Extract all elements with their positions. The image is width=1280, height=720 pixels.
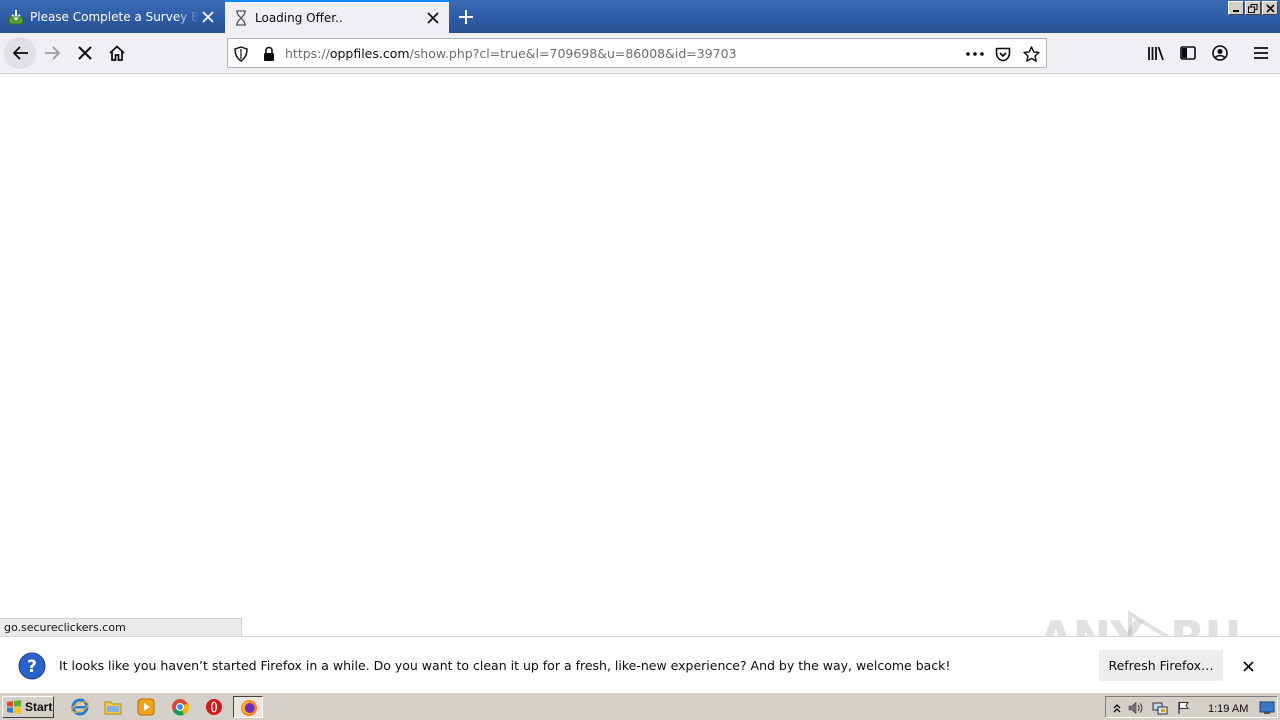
opera-icon[interactable] (205, 698, 223, 716)
tab-strip: Please Complete a Survey Below t Loading… (0, 0, 1280, 33)
close-window-button[interactable] (1262, 1, 1278, 15)
show-desktop-icon[interactable] (1259, 700, 1275, 716)
bookmark-star-icon[interactable] (1022, 45, 1040, 63)
close-icon[interactable] (425, 10, 441, 26)
download-box-icon (8, 9, 24, 25)
library-button[interactable] (1140, 37, 1172, 69)
back-arrow-icon (12, 46, 28, 60)
tab-survey[interactable]: Please Complete a Survey Below t (0, 0, 224, 33)
sidebar-icon (1180, 46, 1196, 60)
account-button[interactable] (1204, 37, 1236, 69)
home-button[interactable] (101, 37, 133, 69)
network-icon[interactable] (1152, 700, 1168, 716)
taskbar: Start 1:19 AM (0, 692, 1280, 720)
file-explorer-icon[interactable] (104, 698, 122, 716)
close-icon[interactable] (200, 9, 216, 25)
status-panel: go.secureclickers.com (0, 618, 242, 636)
internet-explorer-icon[interactable] (71, 698, 89, 716)
firefox-icon (241, 700, 257, 716)
start-label: Start (25, 700, 53, 714)
system-tray: 1:19 AM (1105, 696, 1278, 718)
restore-button[interactable] (1245, 1, 1261, 15)
svg-text:?: ? (27, 657, 37, 677)
stop-button[interactable] (69, 37, 101, 69)
refresh-notification-bar: ? It looks like you haven’t started Fire… (0, 636, 1280, 692)
notification-message: It looks like you haven’t started Firefo… (59, 658, 951, 673)
clock: 1:19 AM (1208, 703, 1249, 715)
start-button[interactable]: Start (2, 696, 54, 718)
action-center-flag-icon[interactable] (1176, 700, 1192, 716)
lock-icon[interactable] (260, 45, 278, 63)
tab-label: Please Complete a Survey Below t (30, 9, 200, 24)
question-icon: ? (18, 652, 46, 680)
forward-arrow-icon (45, 46, 61, 60)
close-notification-icon[interactable] (1238, 656, 1258, 676)
home-icon (109, 45, 125, 61)
plus-icon (459, 10, 473, 24)
chrome-icon[interactable] (171, 698, 189, 716)
windows-logo-icon (7, 700, 21, 714)
window-controls (1228, 1, 1278, 15)
url-text: https://oppfiles.com/show.php?cl=true&l=… (285, 46, 737, 61)
stop-x-icon (78, 46, 92, 60)
url-bar[interactable]: https://oppfiles.com/show.php?cl=true&l=… (227, 38, 1047, 68)
back-button[interactable] (4, 37, 36, 69)
url-domain: oppfiles.com (329, 46, 410, 61)
minimize-button[interactable] (1228, 1, 1244, 15)
sidebar-button[interactable] (1172, 37, 1204, 69)
volume-icon[interactable] (1128, 700, 1144, 716)
taskbar-firefox-button[interactable] (233, 696, 263, 718)
tab-loading-offer[interactable]: Loading Offer.. (225, 0, 449, 33)
navigation-toolbar: https://oppfiles.com/show.php?cl=true&l=… (0, 33, 1280, 74)
account-icon (1212, 45, 1228, 61)
refresh-firefox-button[interactable]: Refresh Firefox… (1099, 650, 1223, 681)
forward-button[interactable] (37, 37, 69, 69)
page-actions-icon[interactable] (966, 45, 984, 63)
hamburger-menu-icon (1254, 47, 1268, 59)
menu-button[interactable] (1245, 37, 1277, 69)
show-hidden-icons-icon[interactable] (1109, 700, 1125, 716)
tracking-shield-icon[interactable] (232, 45, 250, 63)
media-player-icon[interactable] (137, 698, 155, 716)
tab-label: Loading Offer.. (255, 10, 343, 25)
new-tab-button[interactable] (455, 6, 477, 28)
pocket-icon[interactable] (994, 45, 1012, 63)
hourglass-icon (233, 9, 249, 26)
library-icon (1148, 46, 1164, 61)
page-content (0, 74, 1280, 636)
